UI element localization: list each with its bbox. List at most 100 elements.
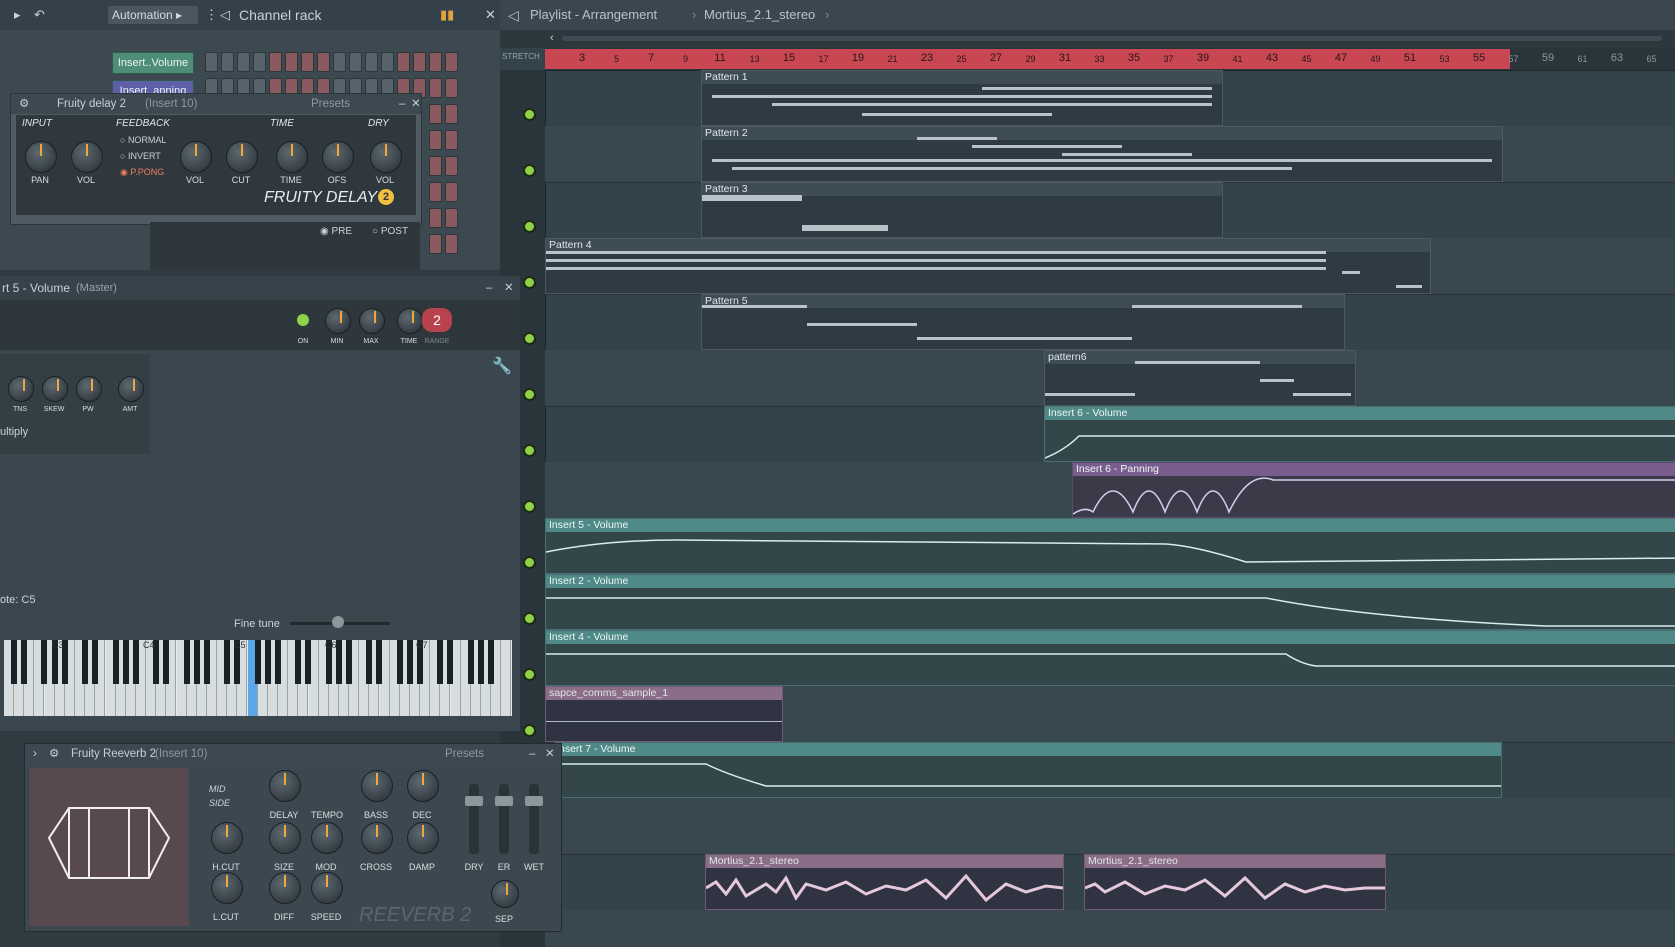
step-button[interactable]	[429, 156, 442, 176]
ofs-knob[interactable]	[322, 141, 354, 173]
speed-knob[interactable]	[311, 872, 343, 904]
mod-knob[interactable]	[311, 822, 343, 854]
play-icon[interactable]: ▸	[14, 0, 21, 30]
track-enable-led[interactable]	[525, 726, 534, 735]
presets-button[interactable]: Presets	[445, 744, 484, 764]
cross-knob[interactable]	[361, 822, 393, 854]
step-button[interactable]	[205, 52, 218, 72]
vol-knob[interactable]	[71, 141, 103, 173]
sep-knob[interactable]	[491, 880, 519, 908]
minimize-icon[interactable]: –	[486, 276, 492, 300]
step-button[interactable]	[301, 52, 314, 72]
step-button[interactable]	[269, 52, 282, 72]
automation-clip[interactable]: nsert 7 - Volume	[555, 742, 1502, 798]
min-knob[interactable]	[325, 308, 351, 334]
scroll-left-icon[interactable]: ‹	[550, 32, 554, 44]
close-icon[interactable]: ✕	[545, 744, 555, 764]
automation-clip[interactable]: Insert 5 - Volume	[545, 518, 1675, 574]
side-label[interactable]: SIDE	[209, 798, 230, 808]
size-knob[interactable]	[269, 822, 301, 854]
track-enable-led[interactable]	[525, 502, 534, 511]
step-button[interactable]	[429, 104, 442, 124]
close-icon[interactable]: ✕	[485, 0, 496, 30]
hcut-knob[interactable]	[211, 822, 243, 854]
pan-knob[interactable]	[25, 141, 57, 173]
graph-icon[interactable]: ▮▮	[440, 0, 454, 30]
minimize-icon[interactable]: –	[399, 94, 405, 114]
step-button[interactable]	[221, 52, 234, 72]
automation-dropdown[interactable]: Automation ▸	[108, 6, 198, 24]
audio-clip[interactable]: Mortius_2.1_stereo	[1084, 854, 1386, 910]
pattern-clip[interactable]: Pattern 5	[701, 294, 1345, 350]
step-button[interactable]	[397, 52, 410, 72]
pattern-clip[interactable]: Pattern 3	[701, 182, 1223, 238]
step-button[interactable]	[317, 52, 330, 72]
audio-clip[interactable]: Mortius_2.1_stereo	[705, 854, 1064, 910]
damp-knob[interactable]	[407, 822, 439, 854]
close-icon[interactable]: ✕	[411, 94, 421, 114]
step-button[interactable]	[445, 78, 458, 98]
diff-knob[interactable]	[269, 872, 301, 904]
step-button[interactable]	[365, 52, 378, 72]
automation-clip[interactable]: Insert 2 - Volume	[545, 574, 1675, 630]
mode-pingpong[interactable]: ◉ P.PONG	[120, 167, 164, 178]
gear-icon[interactable]: ⚙	[19, 94, 29, 114]
delay-knob[interactable]	[269, 770, 301, 802]
step-button[interactable]	[445, 130, 458, 150]
step-button[interactable]	[429, 130, 442, 150]
step-button[interactable]	[429, 52, 442, 72]
chevron-right-icon[interactable]: ›	[33, 744, 37, 764]
mode-normal[interactable]: ○ NORMAL	[120, 135, 166, 145]
presets-button[interactable]: Presets	[311, 94, 350, 114]
step-button[interactable]	[429, 78, 442, 98]
playlist-menu-icon[interactable]: ◁	[508, 0, 519, 30]
step-button[interactable]	[333, 52, 346, 72]
breadcrumb[interactable]: Mortius_2.1_stereo	[704, 0, 815, 30]
time-knob[interactable]	[276, 141, 308, 173]
audio-clip[interactable]: sapce_comms_sample_1	[545, 686, 783, 742]
dry-slider[interactable]	[465, 784, 483, 854]
automation-clip[interactable]: Insert 4 - Volume	[545, 630, 1675, 686]
on-led[interactable]	[297, 314, 309, 326]
step-button[interactable]	[429, 182, 442, 202]
pattern-clip[interactable]: Pattern 1	[701, 70, 1223, 126]
step-button[interactable]	[237, 52, 250, 72]
mid-label[interactable]: MID	[209, 784, 226, 794]
step-button[interactable]	[445, 182, 458, 202]
step-button[interactable]	[445, 234, 458, 254]
track-enable-led[interactable]	[525, 446, 534, 455]
step-button[interactable]	[253, 52, 266, 72]
minimize-icon[interactable]: –	[529, 744, 535, 764]
step-button[interactable]	[429, 234, 442, 254]
track-enable-led[interactable]	[525, 390, 534, 399]
wrench-icon[interactable]: 🔧	[492, 356, 512, 376]
skew-knob[interactable]	[42, 376, 68, 402]
step-button[interactable]	[445, 52, 458, 72]
dry-vol-knob[interactable]	[370, 141, 402, 173]
range-value[interactable]: 2	[422, 308, 452, 332]
track-enable-led[interactable]	[525, 334, 534, 343]
track-enable-led[interactable]	[525, 558, 534, 567]
stretch-label[interactable]: STRETCH	[502, 52, 540, 61]
track-enable-led[interactable]	[525, 222, 534, 231]
step-button[interactable]	[429, 208, 442, 228]
bass-knob[interactable]	[361, 770, 393, 802]
pre-radio[interactable]: ◉ PRE	[320, 226, 352, 237]
gear-icon[interactable]: ⚙	[49, 744, 59, 764]
dec-knob[interactable]	[407, 770, 439, 802]
time-knob[interactable]	[397, 308, 423, 334]
step-button[interactable]	[445, 156, 458, 176]
amt-knob[interactable]	[118, 376, 144, 402]
undo-icon[interactable]: ↶	[34, 0, 45, 30]
er-slider[interactable]	[495, 784, 513, 854]
cut-knob[interactable]	[226, 141, 258, 173]
pattern-clip[interactable]: Pattern 2	[701, 126, 1503, 182]
horizontal-scrollbar[interactable]	[562, 36, 1662, 41]
step-button[interactable]	[285, 52, 298, 72]
lcut-knob[interactable]	[211, 872, 243, 904]
track-enable-led[interactable]	[525, 614, 534, 623]
track-enable-led[interactable]	[525, 166, 534, 175]
pattern-clip[interactable]: Pattern 4	[545, 238, 1431, 294]
step-button[interactable]	[413, 52, 426, 72]
pattern-clip[interactable]: pattern6	[1044, 350, 1356, 406]
